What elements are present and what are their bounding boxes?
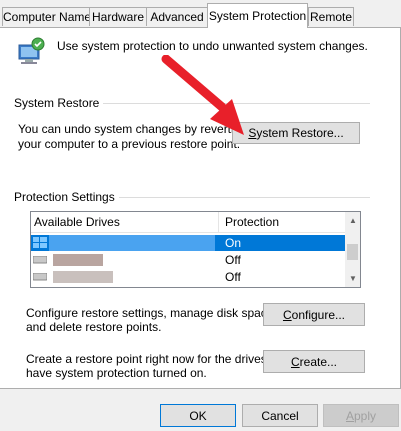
create-button[interactable]: Create... — [263, 350, 365, 373]
button-label: onfigure... — [291, 307, 346, 322]
create-desc-2: have system protection turned on. — [26, 366, 207, 380]
redacted-drive-name — [53, 271, 113, 283]
windows-drive-icon — [33, 237, 47, 248]
button-label: reate... — [299, 354, 338, 369]
tab-bar: Computer Name Hardware Advanced System P… — [0, 0, 401, 28]
mnemonic: C — [290, 354, 300, 369]
tab-label: Advanced — [150, 10, 204, 24]
tab-label: Hardware — [91, 10, 145, 24]
button-label: OK — [189, 408, 207, 423]
cancel-button[interactable]: Cancel — [242, 404, 318, 427]
tab-label: Computer Name — [3, 10, 92, 24]
drives-list-scrollbar[interactable]: ▲ ▼ — [345, 212, 360, 287]
system-restore-title: System Restore — [14, 96, 104, 110]
tab-advanced[interactable]: Advanced — [146, 7, 208, 26]
protection-status: Off — [225, 270, 241, 284]
drive-row[interactable]: On — [31, 235, 346, 251]
system-protection-icon — [18, 37, 45, 64]
column-header-protection[interactable]: Protection — [225, 215, 279, 229]
create-desc-1: Create a restore point right now for the… — [26, 352, 291, 366]
tab-label: System Protection — [208, 9, 307, 23]
red-arrow-icon — [161, 55, 244, 135]
tab-hardware[interactable]: Hardware — [89, 7, 147, 26]
configure-desc-2: and delete restore points. — [26, 320, 162, 334]
column-header-drives[interactable]: Available Drives — [34, 215, 120, 229]
drive-row[interactable]: Off — [31, 269, 346, 285]
button-label: ystem Restore... — [256, 126, 344, 140]
drive-row[interactable]: Off — [31, 252, 346, 268]
disk-drive-icon — [33, 256, 47, 264]
configure-button[interactable]: Configure... — [263, 303, 365, 326]
tab-system-protection[interactable]: System Protection — [207, 3, 308, 28]
protection-status: Off — [225, 253, 241, 267]
drives-list-header: Available Drives Protection — [31, 212, 346, 233]
intro-text: Use system protection to undo unwanted s… — [57, 39, 368, 53]
button-label: Cancel — [261, 408, 299, 423]
protection-settings-title: Protection Settings — [14, 190, 119, 204]
redacted-drive-name — [49, 235, 215, 251]
redacted-drive-name — [53, 254, 103, 266]
apply-button[interactable]: Apply — [323, 404, 399, 427]
mnemonic: A — [345, 408, 354, 423]
protection-status: On — [225, 236, 242, 250]
tab-label: Remote — [309, 10, 353, 24]
ok-button[interactable]: OK — [160, 404, 236, 427]
tab-remote[interactable]: Remote — [308, 7, 354, 26]
tab-computer-name[interactable]: Computer Name — [2, 7, 92, 26]
drives-list[interactable]: Available Drives Protection On Off Off ▲… — [30, 211, 361, 288]
button-label: pply — [354, 408, 377, 423]
disk-drive-icon — [33, 273, 47, 281]
configure-desc-1: Configure restore settings, manage disk … — [26, 306, 277, 320]
mnemonic: C — [282, 307, 292, 322]
